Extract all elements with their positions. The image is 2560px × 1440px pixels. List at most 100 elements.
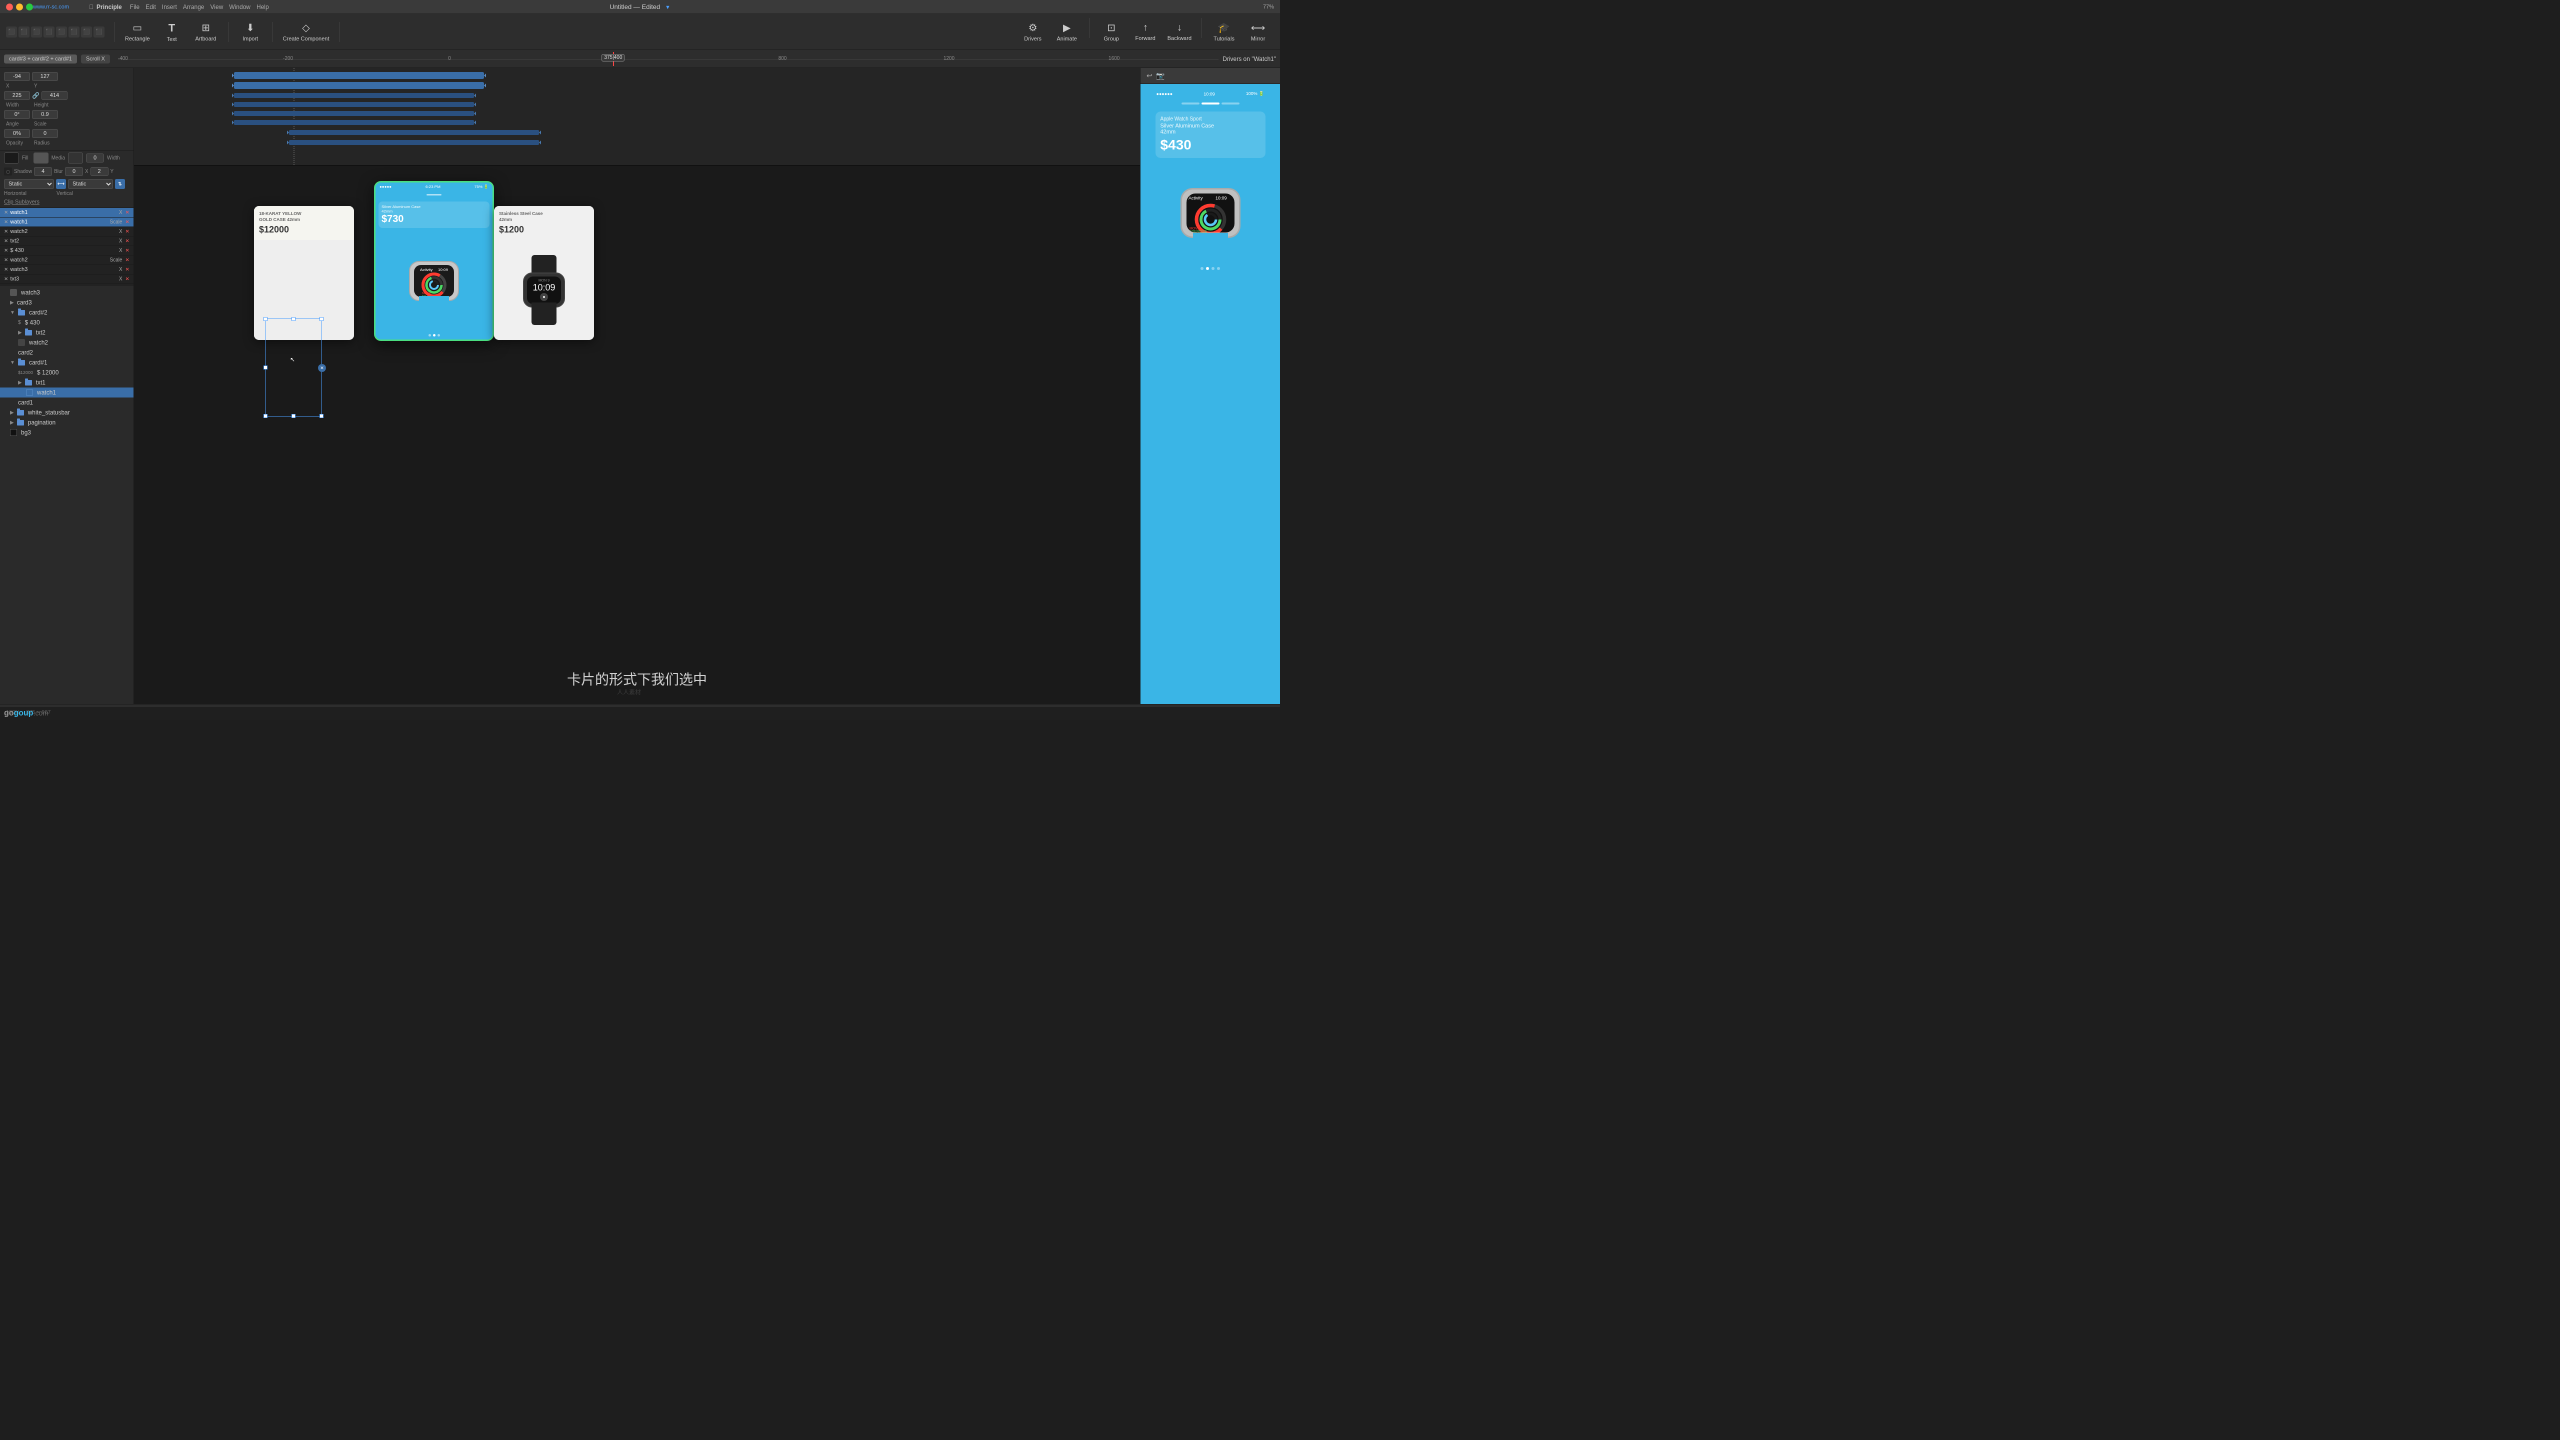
static-v-select[interactable]: Static Scroll Spring xyxy=(68,179,113,189)
layer-watch3[interactable]: watch3 xyxy=(0,288,134,298)
preview-camera-icon[interactable]: 📷 xyxy=(1156,72,1165,81)
shadow-y-input[interactable] xyxy=(90,167,108,176)
angle-input[interactable] xyxy=(4,110,30,119)
track-watch2b[interactable]: ✕ watch2 Scale ✕ xyxy=(0,256,134,266)
shadow-x-input[interactable] xyxy=(65,167,83,176)
text-tool[interactable]: T Text xyxy=(156,18,188,46)
card-blue-selected[interactable]: ●●●●● 6:23 PM 75% 🔋 Silver Aluminum Case… xyxy=(374,181,494,341)
layer-white-statusbar[interactable]: ▶ white_statusbar xyxy=(0,408,134,418)
forward-tool[interactable]: ↑ Forward xyxy=(1129,18,1161,46)
pagination-expand[interactable]: ▶ xyxy=(10,420,14,426)
menu-arrange[interactable]: Arrange xyxy=(183,3,204,10)
drivers-tool[interactable]: ⚙ Drivers xyxy=(1017,18,1049,46)
height-input[interactable] xyxy=(41,91,67,100)
close-button[interactable] xyxy=(6,3,13,10)
artboard-tool[interactable]: ⊞ Artboard xyxy=(190,18,222,46)
distribute-h[interactable]: ⬛ xyxy=(81,26,92,37)
align-left[interactable]: ⬛ xyxy=(6,26,17,37)
pdot1 xyxy=(1201,267,1204,270)
handle-bl[interactable] xyxy=(264,414,268,418)
card-steel[interactable]: Stainless Steel Case42mm $1200 MON 9 10:… xyxy=(494,206,594,340)
layer-card1[interactable]: ▼ card#1 xyxy=(0,358,134,368)
layer-pagination[interactable]: ▶ pagination xyxy=(0,418,134,428)
x-input[interactable] xyxy=(4,72,30,81)
backward-icon: ↓ xyxy=(1177,22,1182,34)
preview-phone[interactable]: ●●●●●● 10:09 100% 🔋 Apple Watch Sport Si… xyxy=(1150,89,1270,329)
create-component-tool[interactable]: ◇ Create Component xyxy=(279,18,333,46)
handle-mr[interactable]: ✕ xyxy=(320,366,324,370)
canvas-area[interactable]: 18-KARAT YELLOWGOLD CASE 42mm $12000 ●●●… xyxy=(134,68,1140,704)
preview-back-icon[interactable]: ↩ xyxy=(1147,72,1153,81)
card1-expand[interactable]: ▼ xyxy=(10,360,15,366)
clip-sublayers[interactable]: Clip Sublayers xyxy=(0,197,134,207)
import-tool[interactable]: ⬇ Import xyxy=(234,18,266,46)
card3-expand[interactable]: ▶ xyxy=(10,300,14,306)
anim-tab-scroll[interactable]: Scroll X xyxy=(81,54,110,63)
layer-430[interactable]: $ $ 430 xyxy=(0,318,134,328)
stroke-swatch[interactable] xyxy=(68,153,83,164)
minimize-button[interactable] xyxy=(16,3,23,10)
layer-txt2[interactable]: ▶ txt2 xyxy=(0,328,134,338)
track-430[interactable]: ✕ $ 430 X ✕ xyxy=(0,246,134,256)
svg-text:Activity: Activity xyxy=(1188,196,1203,201)
layer-watch1[interactable]: watch1 xyxy=(0,388,134,398)
stroke-width-input[interactable] xyxy=(86,154,104,163)
menu-view[interactable]: View xyxy=(210,3,223,10)
maximize-button[interactable] xyxy=(26,3,33,10)
fill-swatch[interactable] xyxy=(4,153,19,164)
layer-card3[interactable]: ▶ card3 xyxy=(0,298,134,308)
static-h-select[interactable]: Static Scroll Spring xyxy=(4,179,54,189)
layer-bg3[interactable]: bg3 xyxy=(0,428,134,438)
opacity-input[interactable] xyxy=(4,129,30,138)
group-tool[interactable]: ⊡ Group xyxy=(1095,18,1127,46)
align-right[interactable]: ⬛ xyxy=(31,26,42,37)
card-gold[interactable]: 18-KARAT YELLOWGOLD CASE 42mm $12000 xyxy=(254,206,354,340)
track-watch1-x[interactable]: ✕ watch1 X ✕ xyxy=(0,208,134,218)
scale-input[interactable] xyxy=(32,110,58,119)
y-input[interactable] xyxy=(32,72,58,81)
align-center-h[interactable]: ⬛ xyxy=(19,26,30,37)
static-v-icon[interactable]: ⇅ xyxy=(115,179,125,189)
handle-br[interactable] xyxy=(320,414,324,418)
track-txt3[interactable]: ✕ txt3 X ✕ xyxy=(0,275,134,285)
canvas-content[interactable]: 18-KARAT YELLOWGOLD CASE 42mm $12000 ●●●… xyxy=(134,166,1140,704)
track-watch3[interactable]: ✕ watch3 X ✕ xyxy=(0,265,134,275)
anim-tab-cards[interactable]: card#3 + card#2 + card#1 xyxy=(4,54,77,63)
handle-bc[interactable] xyxy=(292,414,296,418)
shadow-blur-input[interactable] xyxy=(34,167,52,176)
rotate-handle[interactable]: ✕ xyxy=(318,364,326,372)
menu-insert[interactable]: Insert xyxy=(162,3,177,10)
rectangle-tool[interactable]: ▭ Rectangle xyxy=(121,18,154,46)
white-statusbar-expand[interactable]: ▶ xyxy=(10,410,14,416)
distribute-v[interactable]: ⬛ xyxy=(94,26,105,37)
menu-help[interactable]: Help xyxy=(257,3,269,10)
txt1-expand[interactable]: ▶ xyxy=(18,380,22,386)
menu-file[interactable]: File xyxy=(130,3,140,10)
layer-txt1[interactable]: ▶ txt1 xyxy=(0,378,134,388)
static-h-icon[interactable]: ⟷ xyxy=(56,179,66,189)
handle-ml[interactable] xyxy=(264,366,268,370)
layer-card2[interactable]: ▼ card#2 xyxy=(0,308,134,318)
layer-watch2[interactable]: watch2 xyxy=(0,338,134,348)
track-txt2[interactable]: ✕ txt2 X ✕ xyxy=(0,237,134,247)
track-watch2[interactable]: ✕ watch2 X ✕ xyxy=(0,227,134,237)
align-center-v[interactable]: ⬛ xyxy=(56,26,67,37)
backward-tool[interactable]: ↓ Backward xyxy=(1163,18,1195,46)
txt2-expand[interactable]: ▶ xyxy=(18,330,22,336)
align-top[interactable]: ⬛ xyxy=(44,26,55,37)
media-swatch[interactable] xyxy=(33,153,48,164)
menu-window[interactable]: Window xyxy=(229,3,250,10)
align-bottom[interactable]: ⬛ xyxy=(69,26,80,37)
layer-card2-child[interactable]: card2 xyxy=(0,348,134,358)
y-label: Y xyxy=(34,84,52,90)
track-watch1-scale[interactable]: ✕ watch1 Scale ✕ xyxy=(0,218,134,228)
layer-card1-child[interactable]: card1 xyxy=(0,398,134,408)
card2-expand[interactable]: ▼ xyxy=(10,310,15,316)
width-input[interactable] xyxy=(4,91,30,100)
animate-tool[interactable]: ▶ Animate xyxy=(1051,18,1083,46)
radius-input[interactable] xyxy=(32,129,58,138)
tutorials-tool[interactable]: 🎓 Tutorials xyxy=(1208,18,1240,46)
layer-12000[interactable]: $12000 $ 12000 xyxy=(0,368,134,378)
menu-edit[interactable]: Edit xyxy=(146,3,156,10)
mirror-tool[interactable]: ⟷ Mirror xyxy=(1242,18,1274,46)
